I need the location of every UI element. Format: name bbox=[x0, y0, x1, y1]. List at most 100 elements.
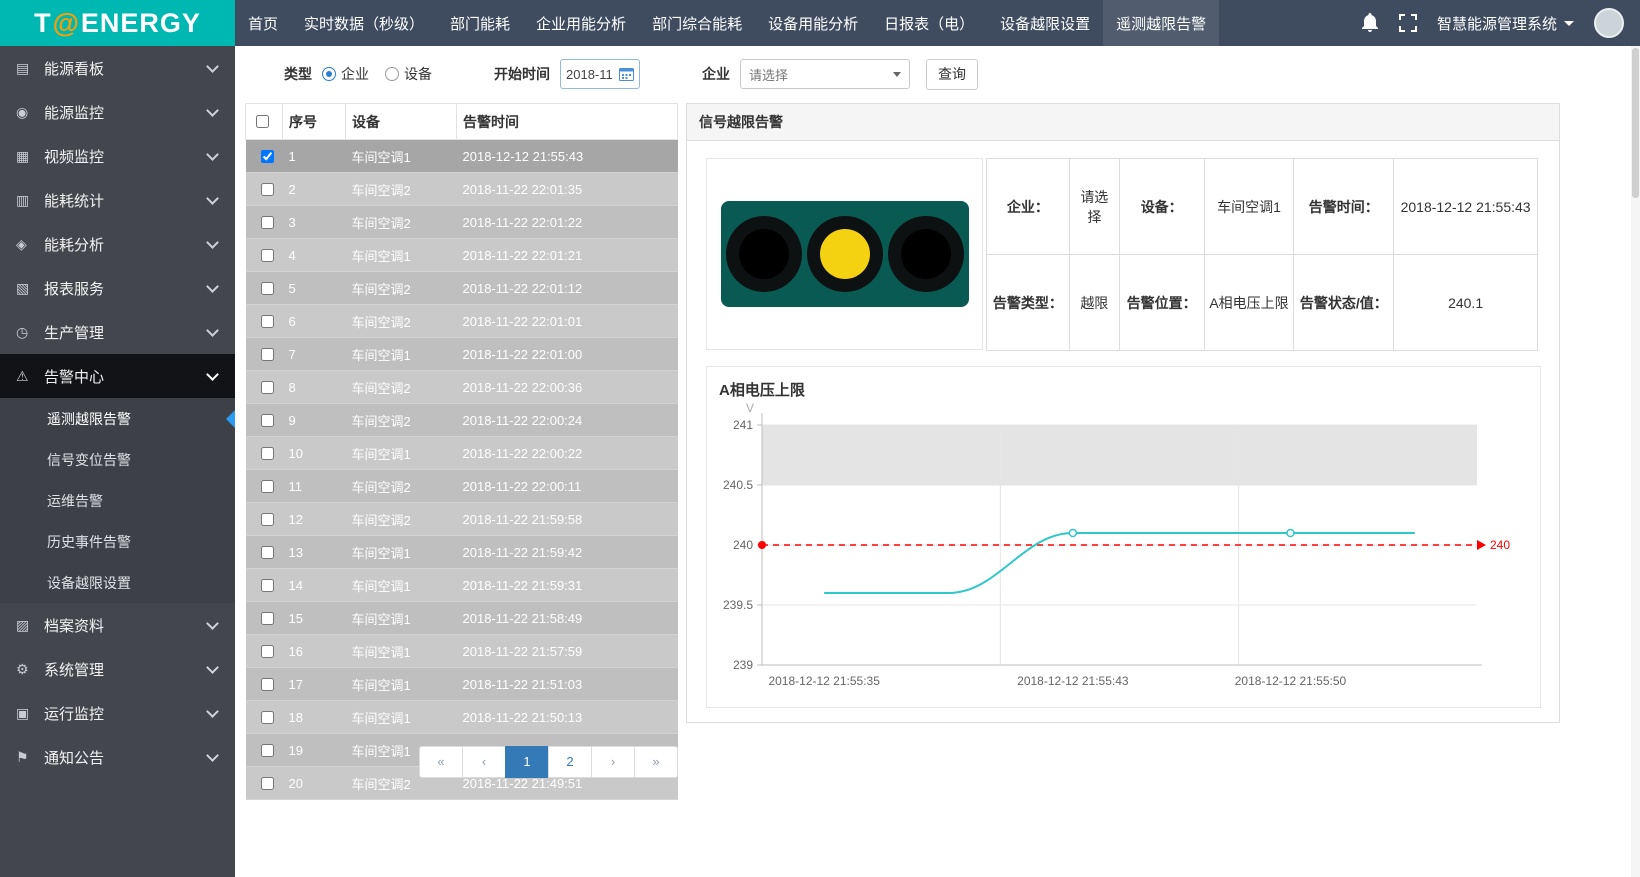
notifications-bell-icon[interactable] bbox=[1361, 13, 1379, 33]
top-nav-item[interactable]: 设备越限设置 bbox=[987, 0, 1103, 46]
row-checkbox[interactable] bbox=[261, 777, 274, 790]
row-checkbox[interactable] bbox=[261, 579, 274, 592]
table-row[interactable]: 13车间空调12018-11-22 21:59:42 bbox=[246, 536, 678, 569]
row-checkbox[interactable] bbox=[261, 480, 274, 493]
enterprise-select[interactable]: 请选择 bbox=[740, 59, 910, 89]
sidebar-item[interactable]: ◈能耗分析 bbox=[0, 222, 235, 266]
select-all-checkbox[interactable] bbox=[256, 115, 269, 128]
row-checkbox[interactable] bbox=[261, 249, 274, 262]
row-checkbox[interactable] bbox=[261, 216, 274, 229]
sidebar-item[interactable]: ⚙系统管理 bbox=[0, 647, 235, 691]
sidebar-subitem[interactable]: 遥测越限告警 bbox=[0, 398, 235, 439]
top-nav-item[interactable]: 企业用能分析 bbox=[523, 0, 639, 46]
sidebar-item[interactable]: ▤能源看板 bbox=[0, 46, 235, 90]
table-row[interactable]: 5车间空调22018-11-22 22:01:12 bbox=[246, 272, 678, 305]
sidebar-subitem[interactable]: 信号变位告警 bbox=[0, 439, 235, 480]
pagination-next[interactable]: › bbox=[591, 746, 635, 778]
query-button[interactable]: 查询 bbox=[926, 59, 978, 90]
fullscreen-icon[interactable] bbox=[1399, 14, 1417, 32]
top-nav-item[interactable]: 部门能耗 bbox=[437, 0, 523, 46]
avatar[interactable] bbox=[1594, 8, 1624, 38]
top-nav-item[interactable]: 实时数据（秒级） bbox=[291, 0, 437, 46]
table-row[interactable]: 18车间空调12018-11-22 21:50:13 bbox=[246, 701, 678, 734]
table-row[interactable]: 11车间空调22018-11-22 22:00:11 bbox=[246, 470, 678, 503]
row-checkbox[interactable] bbox=[261, 348, 274, 361]
type-radio-option[interactable]: 设备 bbox=[385, 64, 432, 84]
user-menu[interactable]: 智慧能源管理系统 bbox=[1437, 13, 1574, 34]
scrollbar-thumb[interactable] bbox=[1632, 48, 1639, 198]
table-row[interactable]: 6车间空调22018-11-22 22:01:01 bbox=[246, 305, 678, 338]
table-row[interactable]: 3车间空调22018-11-22 22:01:22 bbox=[246, 206, 678, 239]
top-nav-item[interactable]: 设备用能分析 bbox=[755, 0, 871, 46]
top-nav-item[interactable]: 部门综合能耗 bbox=[639, 0, 755, 46]
table-row[interactable]: 8车间空调22018-11-22 22:00:36 bbox=[246, 371, 678, 404]
row-checkbox[interactable] bbox=[261, 183, 274, 196]
sidebar-item[interactable]: ⚠告警中心 bbox=[0, 354, 235, 398]
row-checkbox[interactable] bbox=[261, 678, 274, 691]
checkbox-cell bbox=[246, 206, 283, 239]
pagination-page-2[interactable]: 2 bbox=[548, 746, 592, 778]
x-tick-label: 2018-12-12 21:55:35 bbox=[768, 674, 880, 688]
table-row[interactable]: 10车间空调12018-11-22 22:00:22 bbox=[246, 437, 678, 470]
row-checkbox[interactable] bbox=[261, 645, 274, 658]
enterprise-field-value: 请选择 bbox=[1069, 159, 1119, 255]
cell-time: 2018-11-22 21:50:13 bbox=[457, 701, 678, 734]
sidebar-item[interactable]: ▦视频监控 bbox=[0, 134, 235, 178]
type-radio-label: 设备 bbox=[404, 64, 432, 84]
sidebar-subitem[interactable]: 历史事件告警 bbox=[0, 521, 235, 562]
sidebar-submenu: 遥测越限告警信号变位告警运维告警历史事件告警设备越限设置 bbox=[0, 398, 235, 603]
cell-device: 车间空调1 bbox=[346, 701, 457, 734]
sidebar-subitem[interactable]: 运维告警 bbox=[0, 480, 235, 521]
row-checkbox[interactable] bbox=[261, 381, 274, 394]
cell-device: 车间空调1 bbox=[346, 338, 457, 371]
row-checkbox[interactable] bbox=[261, 150, 274, 163]
sidebar-item[interactable]: ⚑通知公告 bbox=[0, 735, 235, 779]
table-row[interactable]: 16车间空调12018-11-22 21:57:59 bbox=[246, 635, 678, 668]
sidebar-item[interactable]: ◉能源监控 bbox=[0, 90, 235, 134]
row-checkbox[interactable] bbox=[261, 513, 274, 526]
row-checkbox[interactable] bbox=[261, 282, 274, 295]
row-checkbox[interactable] bbox=[261, 546, 274, 559]
row-checkbox[interactable] bbox=[261, 744, 274, 757]
pagination-last[interactable]: » bbox=[634, 746, 678, 778]
cell-index: 1 bbox=[283, 140, 346, 173]
row-checkbox[interactable] bbox=[261, 711, 274, 724]
pagination-first[interactable]: « bbox=[419, 746, 463, 778]
sidebar-item[interactable]: ▧报表服务 bbox=[0, 266, 235, 310]
cell-index: 14 bbox=[283, 569, 346, 602]
traffic-light-bulb-left bbox=[726, 216, 802, 292]
device-field-value: 车间空调1 bbox=[1204, 159, 1294, 255]
logo-text-t: T bbox=[34, 8, 52, 39]
type-radio-option[interactable]: 企业 bbox=[322, 64, 369, 84]
cell-device: 车间空调1 bbox=[346, 668, 457, 701]
calendar-icon[interactable] bbox=[619, 67, 634, 81]
row-checkbox[interactable] bbox=[261, 315, 274, 328]
sidebar-item[interactable]: ▥能耗统计 bbox=[0, 178, 235, 222]
row-checkbox[interactable] bbox=[261, 612, 274, 625]
sidebar-subitem[interactable]: 设备越限设置 bbox=[0, 562, 235, 603]
chevron-down-icon bbox=[206, 661, 219, 674]
table-row[interactable]: 9车间空调22018-11-22 22:00:24 bbox=[246, 404, 678, 437]
table-row[interactable]: 15车间空调12018-11-22 21:58:49 bbox=[246, 602, 678, 635]
table-row[interactable]: 14车间空调12018-11-22 21:59:31 bbox=[246, 569, 678, 602]
sidebar-item[interactable]: ▣运行监控 bbox=[0, 691, 235, 735]
table-row[interactable]: 1车间空调12018-12-12 21:55:43 bbox=[246, 140, 678, 173]
sidebar-item[interactable]: ◷生产管理 bbox=[0, 310, 235, 354]
top-nav-item[interactable]: 遥测越限告警 bbox=[1103, 0, 1219, 46]
pagination-prev[interactable]: ‹ bbox=[462, 746, 506, 778]
sidebar-item[interactable]: ▨档案资料 bbox=[0, 603, 235, 647]
table-row[interactable]: 17车间空调12018-11-22 21:51:03 bbox=[246, 668, 678, 701]
top-nav-item[interactable]: 日报表（电） bbox=[871, 0, 987, 46]
table-row[interactable]: 12车间空调22018-11-22 21:59:58 bbox=[246, 503, 678, 536]
table-row[interactable]: 4车间空调12018-11-22 22:01:21 bbox=[246, 239, 678, 272]
start-time-input[interactable]: 2018-11 bbox=[560, 59, 640, 89]
sidebar-item-label: 告警中心 bbox=[44, 366, 208, 387]
scrollbar[interactable] bbox=[1631, 46, 1640, 877]
cell-time: 2018-11-22 22:01:12 bbox=[457, 272, 678, 305]
table-row[interactable]: 7车间空调12018-11-22 22:01:00 bbox=[246, 338, 678, 371]
top-nav-item[interactable]: 首页 bbox=[235, 0, 291, 46]
row-checkbox[interactable] bbox=[261, 414, 274, 427]
pagination-page-1[interactable]: 1 bbox=[505, 746, 549, 778]
row-checkbox[interactable] bbox=[261, 447, 274, 460]
table-row[interactable]: 2车间空调22018-11-22 22:01:35 bbox=[246, 173, 678, 206]
